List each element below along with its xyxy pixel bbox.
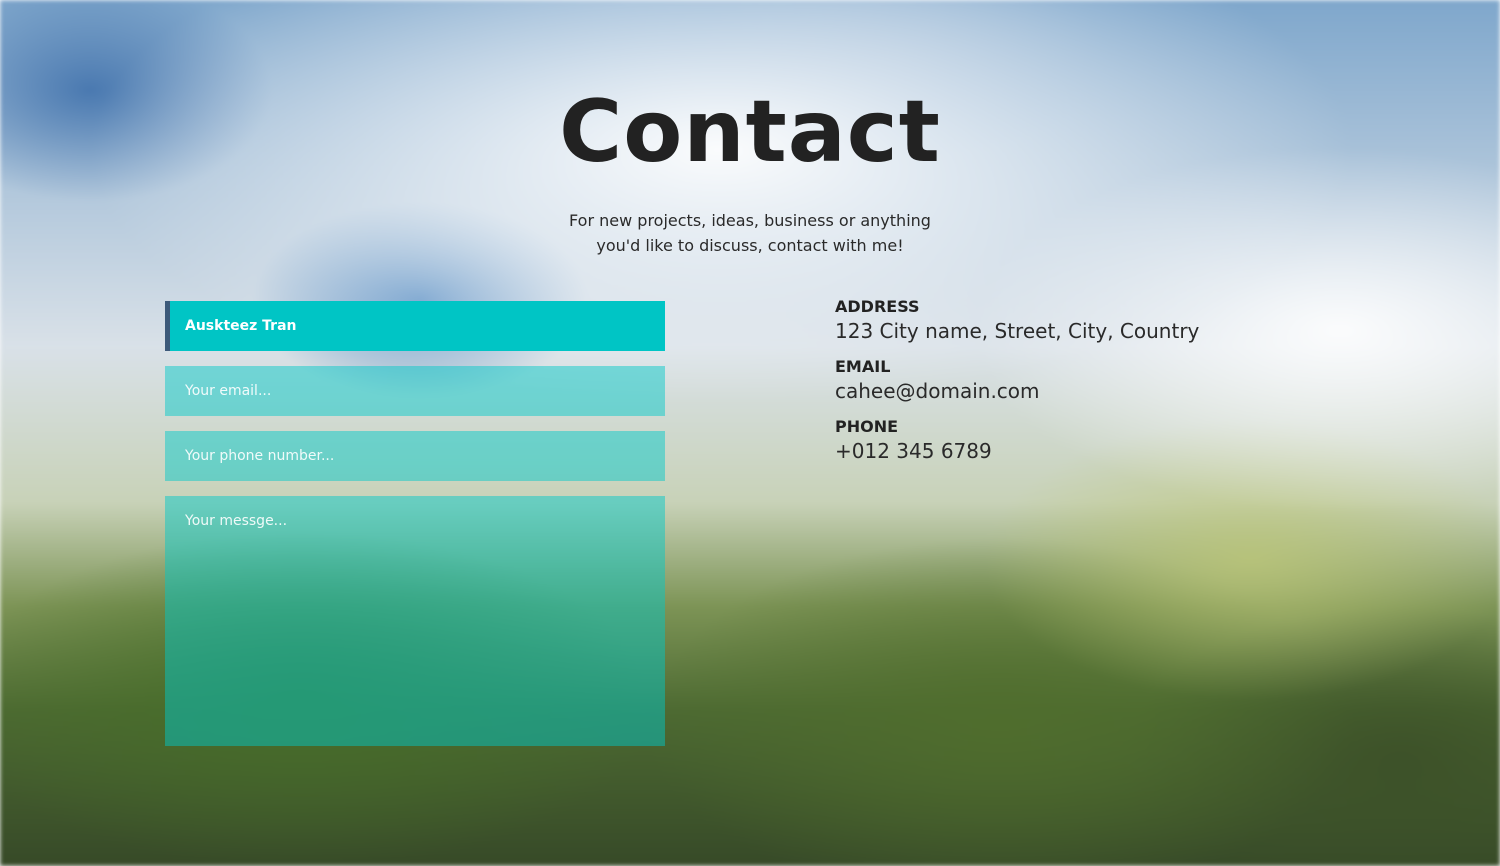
subtitle-line-1: For new projects, ideas, business or any… [569,211,931,230]
contact-page: Contact For new projects, ideas, busines… [0,0,1500,866]
address-value: 123 City name, Street, City, Country [835,319,1200,343]
email-field[interactable] [165,366,665,416]
email-label: EMAIL [835,357,891,376]
phone-label: PHONE [835,417,899,436]
contact-info: ADDRESS 123 City name, Street, City, Cou… [835,297,1335,477]
page-subtitle: For new projects, ideas, business or any… [500,208,1000,258]
phone-value: +012 345 6789 [835,439,992,463]
address-label: ADDRESS [835,297,920,316]
phone-field[interactable] [165,431,665,481]
contact-form [165,301,665,746]
page-title: Contact [559,82,941,182]
subtitle-line-2: you'd like to discuss, contact with me! [596,236,904,255]
email-value: cahee@domain.com [835,379,1040,403]
message-field[interactable] [165,496,665,746]
name-field[interactable] [165,301,665,351]
